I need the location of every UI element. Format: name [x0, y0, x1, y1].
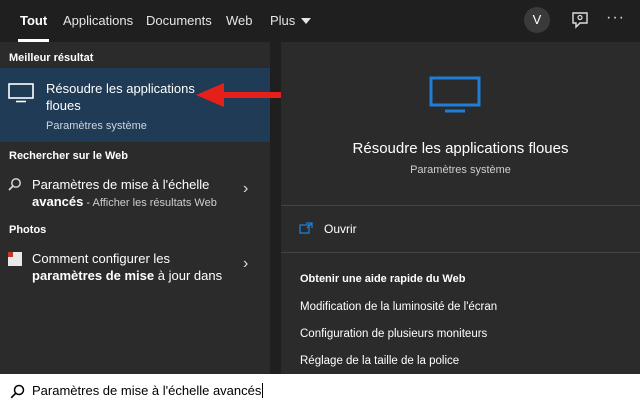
detail-title: Résoudre les applications floues [352, 140, 569, 157]
photo-result-text: Comment configurer les paramètres de mis… [32, 251, 223, 283]
section-web: Rechercher sur le Web [9, 150, 129, 162]
tab-documents[interactable]: Documents [146, 0, 212, 42]
section-photos: Photos [9, 224, 47, 236]
section-best-result: Meilleur résultat [9, 52, 94, 64]
open-label: Ouvrir [324, 222, 357, 236]
search-icon [8, 178, 21, 191]
tab-more-label: Plus [270, 13, 296, 28]
monitor-icon [8, 83, 34, 103]
help-link[interactable]: Réglage de la taille de la police [300, 355, 459, 367]
search-bar[interactable]: Paramètres de mise à l'échelle avancés [0, 374, 640, 408]
text-cursor [262, 383, 264, 398]
tab-applications[interactable]: Applications [63, 0, 133, 42]
best-result-title: Résoudre les applications floues [46, 81, 195, 113]
open-action[interactable]: Ouvrir [281, 214, 640, 244]
divider [281, 205, 640, 206]
photo-result-item[interactable]: Comment configurer les paramètres de mis… [0, 246, 270, 292]
search-input[interactable]: Paramètres de mise à l'échelle avancés [32, 383, 264, 398]
search-icon [10, 384, 25, 399]
more-options-button[interactable]: ··· [606, 9, 625, 27]
photo-thumbnail-icon [8, 252, 22, 266]
tab-more[interactable]: Plus [270, 0, 312, 42]
web-result-item[interactable]: Paramètres de mise à l'échelle avancés -… [0, 172, 270, 216]
monitor-icon [429, 76, 481, 113]
feedback-icon[interactable] [568, 9, 592, 33]
tab-all[interactable]: Tout [17, 0, 50, 42]
web-result-text: Paramètres de mise à l'échelle avancés -… [32, 177, 217, 209]
open-icon [299, 222, 313, 234]
top-bar: Tout Applications Documents Web Plus V ·… [0, 0, 640, 42]
chevron-down-icon [301, 18, 312, 24]
best-result-subtitle: Paramètres système [46, 120, 147, 132]
divider [281, 252, 640, 253]
chevron-right-icon[interactable]: › [243, 255, 248, 273]
help-link[interactable]: Modification de la luminosité de l'écran [300, 301, 497, 313]
avatar[interactable]: V [524, 7, 550, 33]
help-link[interactable]: Configuration de plusieurs moniteurs [300, 328, 487, 340]
detail-subtitle: Paramètres système [410, 164, 511, 176]
chevron-right-icon[interactable]: › [243, 180, 248, 198]
tab-web[interactable]: Web [226, 0, 253, 42]
help-heading: Obtenir une aide rapide du Web [300, 273, 466, 285]
detail-pane: Résoudre les applications floues Paramèt… [281, 42, 640, 376]
